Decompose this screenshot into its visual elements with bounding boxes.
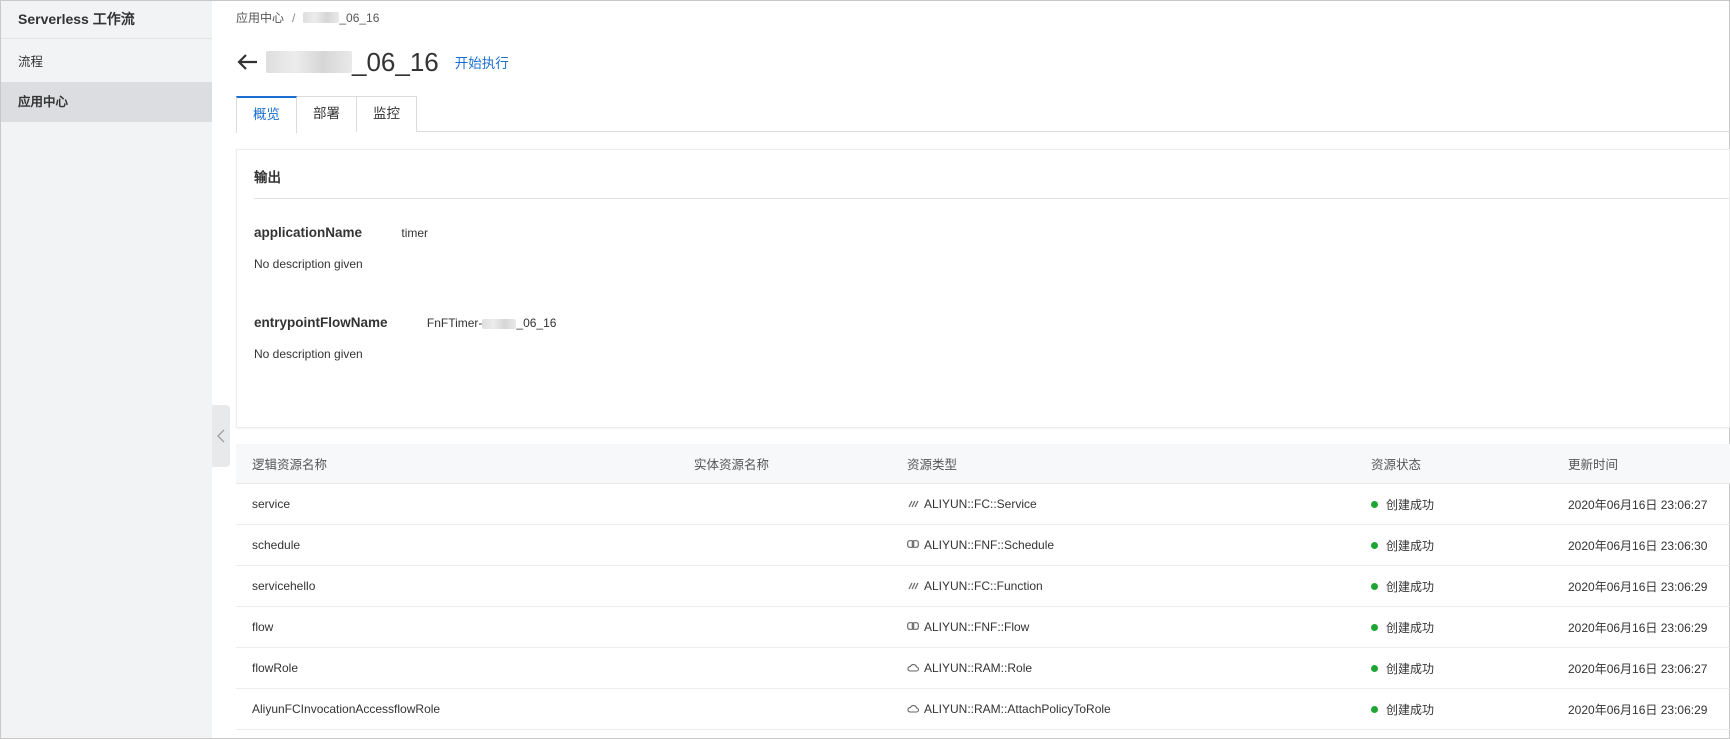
tab-deploy[interactable]: 部署	[296, 96, 357, 132]
page-title: _06_16	[266, 47, 439, 78]
cell-logical-name: flow	[252, 620, 274, 634]
cell-update-time: 2020年06月16日 23:06:27	[1568, 661, 1708, 676]
tab-monitor[interactable]: 监控	[356, 96, 417, 132]
resource-type-label: ALIYUN::FNF::Flow	[924, 620, 1030, 634]
table-row: flow ALIYUN::FNF::Flow 创建成功 2020年06月16日 23:…	[236, 607, 1730, 648]
cell-logical-name: servicehello	[252, 579, 316, 593]
output-title: 输出	[254, 170, 281, 185]
output-card: 输出 applicationName timer No description …	[236, 149, 1730, 428]
breadcrumb-current: _06_16	[339, 10, 380, 25]
cell-logical-name: flowRole	[252, 661, 299, 675]
start-execution-link[interactable]: 开始执行	[455, 52, 509, 72]
cell-resource-type: ALIYUN::RAM::AttachPolicyToRole	[907, 702, 1111, 716]
title-row: _06_16 开始执行	[236, 44, 509, 80]
tab-overview[interactable]: 概览	[236, 96, 297, 133]
cell-resource-type: ALIYUN::FC::Service	[907, 497, 1037, 511]
main-content: 应用中心 / _06_16 _06_16 开始执行 概览 部署 监控 输出 ap…	[236, 0, 1730, 739]
cloud-icon	[907, 704, 920, 714]
table-row: schedule ALIYUN::FNF::Schedule 创建成功 2020年06…	[236, 525, 1730, 566]
cell-update-time: 2020年06月16日 23:06:29	[1568, 702, 1708, 717]
table-row: servicehello ALIYUN::FC::Function 创建成功 2020…	[236, 566, 1730, 607]
status-label: 创建成功	[1386, 497, 1435, 512]
link-icon	[907, 622, 919, 632]
cell-resource-type: ALIYUN::FNF::Schedule	[907, 538, 1054, 552]
cell-logical-name: service	[252, 497, 291, 511]
column-header-physical-name: 实体资源名称	[694, 458, 770, 472]
chevron-left-icon	[217, 429, 225, 443]
output-entry: applicationName timer No description giv…	[254, 225, 428, 271]
function-compute-icon	[907, 581, 919, 591]
resource-type-label: ALIYUN::FC::Service	[924, 497, 1037, 511]
cell-status: 创建成功	[1371, 701, 1434, 718]
link-icon	[907, 540, 919, 550]
redacted-name	[266, 51, 352, 73]
redacted-name	[303, 12, 340, 23]
breadcrumb-separator: /	[292, 10, 296, 25]
status-dot-icon	[1371, 500, 1378, 508]
table-row: flowRole ALIYUN::RAM::Role 创建成功 2020年06月16日…	[236, 648, 1730, 689]
sidebar-item-flows[interactable]: 流程	[1, 42, 212, 82]
status-label: 创建成功	[1386, 538, 1435, 553]
cell-logical-name: schedule	[252, 538, 301, 552]
column-header-status: 资源状态	[1371, 458, 1422, 472]
column-header-update-time: 更新时间	[1568, 458, 1619, 472]
status-label: 创建成功	[1386, 620, 1435, 635]
status-label: 创建成功	[1386, 579, 1435, 594]
output-key: entrypointFlowName	[254, 315, 388, 330]
status-dot-icon	[1371, 664, 1378, 672]
status-dot-icon	[1371, 582, 1378, 590]
status-label: 创建成功	[1386, 661, 1435, 676]
tab-bar: 概览 部署 监控	[236, 96, 1730, 133]
table-header: 逻辑资源名称 实体资源名称 资源类型 资源状态 更新时间	[236, 444, 1730, 484]
output-value-prefix: FnFTimer-	[426, 316, 483, 330]
output-entry: entrypointFlowName FnFTimer- _06_16 No de…	[254, 315, 556, 361]
cell-status: 创建成功	[1371, 496, 1434, 513]
output-key: applicationName	[254, 225, 363, 240]
output-value: timer	[401, 226, 429, 240]
table-row: AliyunFCInvocationAccessflowRole ALIYUN::…	[236, 689, 1730, 730]
cell-status: 创建成功	[1371, 619, 1434, 636]
resource-table: 逻辑资源名称 实体资源名称 资源类型 资源状态 更新时间 service ALIY…	[236, 444, 1730, 730]
cell-resource-type: ALIYUN::FC::Function	[907, 579, 1043, 593]
resource-type-label: ALIYUN::RAM::Role	[924, 661, 1033, 675]
column-header-resource-type: 资源类型	[907, 458, 958, 472]
sidebar-item-app-center[interactable]: 应用中心	[1, 82, 212, 122]
output-value: FnFTimer- _06_16	[427, 316, 557, 330]
resource-type-label: ALIYUN::FNF::Schedule	[924, 538, 1055, 552]
cell-logical-name: AliyunFCInvocationAccessflowRole	[252, 702, 441, 716]
sidebar-collapse-handle[interactable]	[212, 405, 230, 467]
sidebar-title: Serverless 工作流	[1, 1, 212, 39]
status-dot-icon	[1371, 705, 1378, 713]
breadcrumb-root[interactable]: 应用中心	[236, 9, 284, 26]
status-dot-icon	[1371, 541, 1378, 549]
table-row: service ALIYUN::FC::Service 创建成功 2020年06月16…	[236, 484, 1730, 525]
cell-status: 创建成功	[1371, 537, 1434, 554]
status-label: 创建成功	[1386, 702, 1435, 717]
cell-update-time: 2020年06月16日 23:06:30	[1568, 538, 1708, 553]
column-header-logical-name: 逻辑资源名称	[252, 458, 328, 472]
status-dot-icon	[1371, 623, 1378, 631]
cell-status: 创建成功	[1371, 660, 1434, 677]
cell-update-time: 2020年06月16日 23:06:29	[1568, 579, 1708, 594]
back-arrow-icon[interactable]	[236, 53, 258, 71]
cloud-icon	[907, 663, 920, 673]
resource-type-label: ALIYUN::FC::Function	[924, 579, 1043, 593]
resource-type-label: ALIYUN::RAM::AttachPolicyToRole	[924, 702, 1111, 716]
cell-resource-type: ALIYUN::RAM::Role	[907, 661, 1032, 675]
output-value-suffix: _06_16	[516, 316, 557, 330]
cell-update-time: 2020年06月16日 23:06:29	[1568, 620, 1708, 635]
output-description: No description given	[254, 257, 363, 271]
cell-update-time: 2020年06月16日 23:06:27	[1568, 497, 1708, 512]
cell-resource-type: ALIYUN::FNF::Flow	[907, 620, 1029, 634]
sidebar: Serverless 工作流 流程 应用中心	[1, 1, 212, 738]
page-title-suffix: _06_16	[352, 46, 439, 77]
output-description: No description given	[254, 347, 363, 361]
redacted-name	[482, 318, 517, 329]
divider	[254, 198, 1729, 199]
cell-status: 创建成功	[1371, 578, 1434, 595]
function-compute-icon	[907, 499, 919, 509]
table-body: service ALIYUN::FC::Service 创建成功 2020年06月16…	[236, 484, 1730, 730]
breadcrumb: 应用中心 / _06_16	[236, 9, 379, 26]
